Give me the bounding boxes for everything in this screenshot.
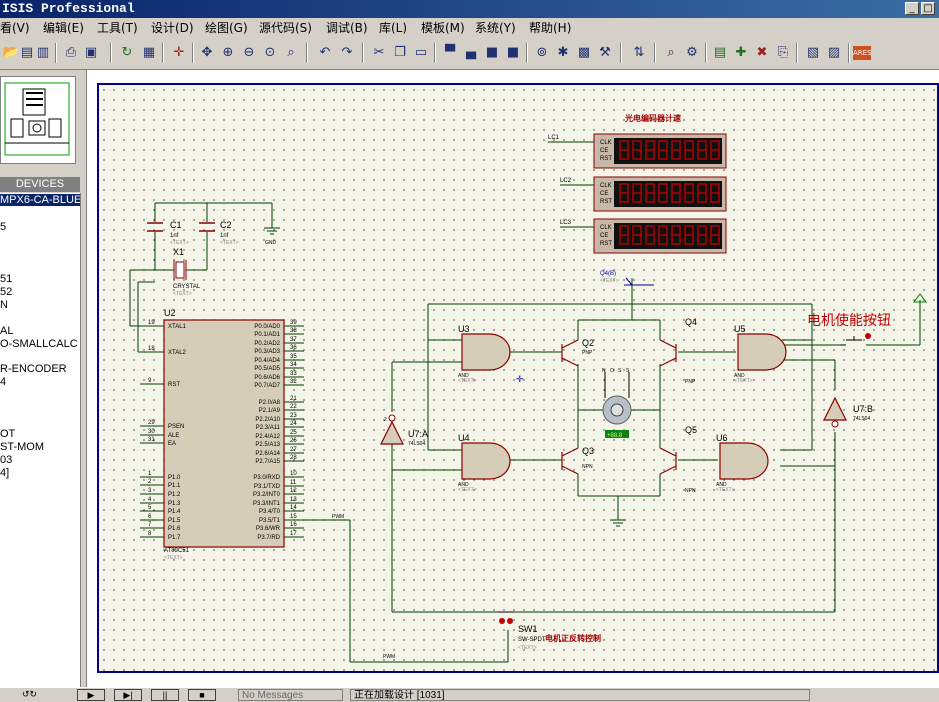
goto-sheet-icon[interactable]: ✖	[753, 44, 771, 62]
device-item[interactable]: N	[0, 299, 8, 311]
device-item[interactable]: ST-MOM	[0, 441, 44, 453]
toolbar-separator	[848, 43, 850, 63]
make-device-icon[interactable]: ✱	[554, 44, 572, 62]
packaging-icon[interactable]: ▩	[575, 44, 593, 62]
device-item[interactable]: R-ENCODER	[0, 363, 67, 375]
cut-icon[interactable]: ✂	[370, 44, 388, 62]
status-bar: ↺↻ ▶ ▶| || ■ No Messages 正在加载设计 [1031]	[0, 687, 939, 702]
minimize-button[interactable]: _	[905, 2, 919, 15]
search-icon[interactable]: ⌕	[662, 44, 680, 62]
toolbar-separator	[306, 43, 308, 63]
toolbar-separator	[654, 43, 656, 63]
bom-icon[interactable]: ⎘	[774, 44, 792, 62]
menu-graph[interactable]: 绘图(G)	[205, 20, 248, 36]
stop-button[interactable]: ■	[188, 689, 216, 701]
toolbar: 📂 ▤ ▥ ⎙ ▣ ↻ ▦ ✛ ✥ ⊕ ⊖ ⊙ ⌕ ↶ ↷ ✂ ❐ ▭ ▀ ▄ …	[0, 38, 939, 70]
property-assign-icon[interactable]: ⚙	[683, 44, 701, 62]
menu-help[interactable]: 帮助(H)	[529, 20, 571, 36]
netlist-icon[interactable]: ▨	[825, 44, 843, 62]
step-button[interactable]: ▶|	[114, 689, 142, 701]
new-sheet-icon[interactable]: ▤	[711, 44, 729, 62]
wire-autorouter-icon[interactable]: ⇅	[630, 44, 648, 62]
origin-icon[interactable]: ✛	[170, 44, 188, 62]
remove-sheet-icon[interactable]: ✚	[732, 44, 750, 62]
toolbar-separator	[526, 43, 528, 63]
overview-window[interactable]	[0, 76, 76, 164]
zoom-in-icon[interactable]: ⊕	[219, 44, 237, 62]
pick-device-icon[interactable]: ⊚	[533, 44, 551, 62]
rotate-icon[interactable]: ↺↻	[22, 689, 37, 700]
pause-button[interactable]: ||	[151, 689, 179, 701]
device-item[interactable]: 4	[0, 376, 6, 388]
device-item[interactable]: O-SMALLCALC	[0, 338, 78, 350]
refresh-icon[interactable]: ↻	[118, 44, 136, 62]
menu-system[interactable]: 系统(Y)	[475, 20, 516, 36]
device-item[interactable]: 03	[0, 454, 12, 466]
menu-source[interactable]: 源代码(S)	[259, 20, 312, 36]
menu-tools[interactable]: 工具(T)	[97, 20, 138, 36]
zoom-area-icon[interactable]: ⌕	[282, 44, 300, 62]
toolbar-separator	[55, 43, 57, 63]
block-rotate-icon[interactable]: ■	[483, 44, 501, 62]
menu-template[interactable]: 模板(M)	[421, 20, 465, 36]
block-copy-icon[interactable]: ▀	[441, 44, 459, 62]
device-item[interactable]: AL	[0, 325, 13, 337]
menu-view[interactable]: 看(V)	[0, 20, 30, 36]
undo-icon[interactable]: ↶	[316, 44, 334, 62]
menu-edit[interactable]: 编辑(E)	[43, 20, 84, 36]
play-button[interactable]: ▶	[77, 689, 105, 701]
pan-icon[interactable]: ✥	[198, 44, 216, 62]
device-item[interactable]: OT	[0, 428, 15, 440]
device-list[interactable]: MPX6-CA-BLUE 5 51 52 N AL O-SMALLCALC R-…	[0, 193, 81, 687]
erc-icon[interactable]: ▧	[804, 44, 822, 62]
menu-debug[interactable]: 调试(B)	[326, 20, 368, 36]
decompose-icon[interactable]: ⚒	[596, 44, 614, 62]
toolbar-separator	[362, 43, 364, 63]
toolbar-separator	[705, 43, 707, 63]
redo-icon[interactable]: ↷	[338, 44, 356, 62]
print-icon[interactable]: ⎙	[62, 44, 80, 62]
block-delete-icon[interactable]: ■	[504, 44, 522, 62]
menu-design[interactable]: 设计(D)	[151, 20, 194, 36]
ares-icon[interactable]: ARES	[853, 46, 872, 60]
device-item[interactable]: 5	[0, 221, 6, 233]
window-title: ISIS Professional	[2, 1, 135, 16]
schematic-sheet[interactable]	[97, 83, 939, 673]
devices-header: DEVICES	[0, 177, 80, 192]
toolbar-separator	[620, 43, 622, 63]
print-area-icon[interactable]: ▣	[82, 44, 100, 62]
copy-icon[interactable]: ❐	[391, 44, 409, 62]
device-item-mpx6[interactable]: MPX6-CA-BLUE	[0, 194, 80, 206]
toolbar-separator	[110, 43, 112, 63]
title-bar: ISIS Professional _ □	[0, 0, 939, 18]
toolbar-separator	[796, 43, 798, 63]
device-item[interactable]: 51	[0, 273, 12, 285]
toolbar-separator	[192, 43, 194, 63]
status-text: 正在加载设计 [1031]	[350, 689, 810, 701]
toolbar-separator	[434, 43, 436, 63]
block-move-icon[interactable]: ▄	[462, 44, 480, 62]
left-panel: DEVICES MPX6-CA-BLUE 5 51 52 N AL O-SMAL…	[0, 70, 82, 687]
zoom-all-icon[interactable]: ⊙	[261, 44, 279, 62]
toolbar-separator	[162, 43, 164, 63]
paste-icon[interactable]: ▭	[412, 44, 430, 62]
device-item[interactable]: 52	[0, 286, 12, 298]
menu-library[interactable]: 库(L)	[379, 20, 407, 36]
import-icon[interactable]: ▥	[34, 44, 52, 62]
maximize-button[interactable]: □	[921, 2, 935, 15]
message-panel[interactable]: No Messages	[238, 689, 343, 701]
zoom-out-icon[interactable]: ⊖	[240, 44, 258, 62]
menu-bar: 看(V) 编辑(E) 工具(T) 设计(D) 绘图(G) 源代码(S) 调试(B…	[0, 18, 939, 38]
grid-icon[interactable]: ▦	[140, 44, 158, 62]
device-item[interactable]: 4]	[0, 467, 9, 479]
